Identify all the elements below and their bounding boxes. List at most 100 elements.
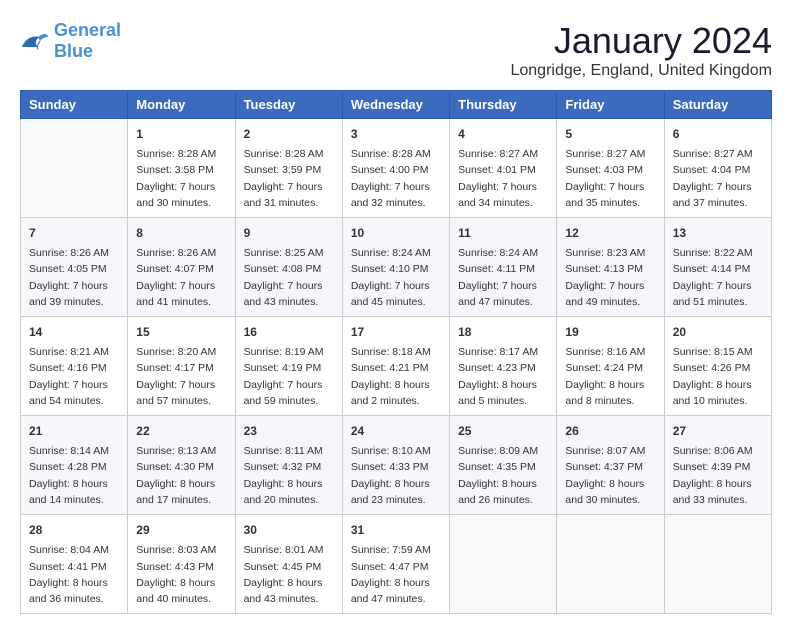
day-info: Sunrise: 8:11 AMSunset: 4:32 PMDaylight:… bbox=[244, 443, 334, 508]
day-info: Sunrise: 8:23 AMSunset: 4:13 PMDaylight:… bbox=[565, 245, 655, 310]
day-info: Sunrise: 8:28 AMSunset: 3:58 PMDaylight:… bbox=[136, 146, 226, 211]
day-number: 19 bbox=[565, 323, 655, 341]
calendar-cell: 12 Sunrise: 8:23 AMSunset: 4:13 PMDayligh… bbox=[557, 218, 664, 317]
day-info: Sunrise: 8:27 AMSunset: 4:03 PMDaylight:… bbox=[565, 146, 655, 211]
col-header-monday: Monday bbox=[128, 91, 235, 119]
calendar-cell bbox=[557, 515, 664, 614]
col-header-sunday: Sunday bbox=[21, 91, 128, 119]
calendar-cell: 8 Sunrise: 8:26 AMSunset: 4:07 PMDaylight… bbox=[128, 218, 235, 317]
day-number: 5 bbox=[565, 125, 655, 143]
calendar-cell: 14 Sunrise: 8:21 AMSunset: 4:16 PMDayligh… bbox=[21, 317, 128, 416]
logo-general: General bbox=[54, 20, 121, 40]
calendar-cell: 2Sunrise: 8:28 AMSunset: 3:59 PMDaylight… bbox=[235, 119, 342, 218]
day-number: 30 bbox=[244, 521, 334, 539]
day-number: 4 bbox=[458, 125, 548, 143]
calendar-cell: 27Sunrise: 8:06 AMSunset: 4:39 PMDayligh… bbox=[664, 416, 771, 515]
day-number: 9 bbox=[244, 224, 334, 242]
calendar-cell: 11 Sunrise: 8:24 AMSunset: 4:11 PMDayligh… bbox=[450, 218, 557, 317]
day-number: 28 bbox=[29, 521, 119, 539]
day-number: 31 bbox=[351, 521, 441, 539]
day-number: 21 bbox=[29, 422, 119, 440]
day-number: 8 bbox=[136, 224, 226, 242]
day-number: 25 bbox=[458, 422, 548, 440]
day-info: Sunrise: 8:24 AMSunset: 4:11 PMDaylight:… bbox=[458, 245, 548, 310]
day-info: Sunrise: 8:09 AMSunset: 4:35 PMDaylight:… bbox=[458, 443, 548, 508]
calendar-cell: 31 Sunrise: 7:59 AMSunset: 4:47 PMDayligh… bbox=[342, 515, 449, 614]
day-info: Sunrise: 8:27 AMSunset: 4:04 PMDaylight:… bbox=[673, 146, 763, 211]
col-header-wednesday: Wednesday bbox=[342, 91, 449, 119]
day-info: Sunrise: 8:10 AMSunset: 4:33 PMDaylight:… bbox=[351, 443, 441, 508]
calendar-cell: 13 Sunrise: 8:22 AMSunset: 4:14 PMDayligh… bbox=[664, 218, 771, 317]
col-header-tuesday: Tuesday bbox=[235, 91, 342, 119]
day-info: Sunrise: 8:17 AMSunset: 4:23 PMDaylight:… bbox=[458, 344, 548, 409]
day-info: Sunrise: 8:27 AMSunset: 4:01 PMDaylight:… bbox=[458, 146, 548, 211]
day-info: Sunrise: 8:20 AMSunset: 4:17 PMDaylight:… bbox=[136, 344, 226, 409]
calendar-cell: 4 Sunrise: 8:27 AMSunset: 4:01 PMDaylight… bbox=[450, 119, 557, 218]
calendar-cell: 1Sunrise: 8:28 AMSunset: 3:58 PMDaylight… bbox=[128, 119, 235, 218]
calendar-cell: 20Sunrise: 8:15 AMSunset: 4:26 PMDayligh… bbox=[664, 317, 771, 416]
day-info: Sunrise: 8:26 AMSunset: 4:05 PMDaylight:… bbox=[29, 245, 119, 310]
day-number: 13 bbox=[673, 224, 763, 242]
day-number: 6 bbox=[673, 125, 763, 143]
col-header-friday: Friday bbox=[557, 91, 664, 119]
day-info: Sunrise: 8:26 AMSunset: 4:07 PMDaylight:… bbox=[136, 245, 226, 310]
title-block: January 2024 Longridge, England, United … bbox=[510, 20, 772, 80]
day-number: 10 bbox=[351, 224, 441, 242]
calendar-cell bbox=[450, 515, 557, 614]
calendar-cell: 29 Sunrise: 8:03 AMSunset: 4:43 PMDayligh… bbox=[128, 515, 235, 614]
day-number: 24 bbox=[351, 422, 441, 440]
calendar-cell: 28 Sunrise: 8:04 AMSunset: 4:41 PMDayligh… bbox=[21, 515, 128, 614]
day-info: Sunrise: 8:19 AMSunset: 4:19 PMDaylight:… bbox=[244, 344, 334, 409]
day-info: Sunrise: 8:04 AMSunset: 4:41 PMDaylight:… bbox=[29, 542, 119, 607]
calendar-cell bbox=[664, 515, 771, 614]
logo: General Blue bbox=[20, 20, 121, 62]
day-number: 2 bbox=[244, 125, 334, 143]
day-number: 7 bbox=[29, 224, 119, 242]
day-number: 15 bbox=[136, 323, 226, 341]
calendar-cell: 10Sunrise: 8:24 AMSunset: 4:10 PMDayligh… bbox=[342, 218, 449, 317]
day-info: Sunrise: 8:21 AMSunset: 4:16 PMDaylight:… bbox=[29, 344, 119, 409]
day-info: Sunrise: 8:25 AMSunset: 4:08 PMDaylight:… bbox=[244, 245, 334, 310]
day-info: Sunrise: 8:16 AMSunset: 4:24 PMDaylight:… bbox=[565, 344, 655, 409]
calendar-cell: 26Sunrise: 8:07 AMSunset: 4:37 PMDayligh… bbox=[557, 416, 664, 515]
header-row: SundayMondayTuesdayWednesdayThursdayFrid… bbox=[21, 91, 772, 119]
calendar-cell: 24 Sunrise: 8:10 AMSunset: 4:33 PMDayligh… bbox=[342, 416, 449, 515]
calendar-cell: 15 Sunrise: 8:20 AMSunset: 4:17 PMDayligh… bbox=[128, 317, 235, 416]
month-title: January 2024 bbox=[510, 20, 772, 62]
location: Longridge, England, United Kingdom bbox=[510, 62, 772, 80]
day-number: 14 bbox=[29, 323, 119, 341]
day-info: Sunrise: 7:59 AMSunset: 4:47 PMDaylight:… bbox=[351, 542, 441, 607]
calendar-cell: 21 Sunrise: 8:14 AMSunset: 4:28 PMDayligh… bbox=[21, 416, 128, 515]
calendar-cell: 5 Sunrise: 8:27 AMSunset: 4:03 PMDaylight… bbox=[557, 119, 664, 218]
day-info: Sunrise: 8:28 AMSunset: 4:00 PMDaylight:… bbox=[351, 146, 441, 211]
calendar-cell: 25 Sunrise: 8:09 AMSunset: 4:35 PMDayligh… bbox=[450, 416, 557, 515]
logo-text: General Blue bbox=[54, 20, 121, 62]
day-number: 12 bbox=[565, 224, 655, 242]
day-number: 11 bbox=[458, 224, 548, 242]
page-header: General Blue January 2024 Longridge, Eng… bbox=[20, 20, 772, 80]
col-header-saturday: Saturday bbox=[664, 91, 771, 119]
calendar-cell: 17Sunrise: 8:18 AMSunset: 4:21 PMDayligh… bbox=[342, 317, 449, 416]
day-info: Sunrise: 8:15 AMSunset: 4:26 PMDaylight:… bbox=[673, 344, 763, 409]
week-row-5: 28 Sunrise: 8:04 AMSunset: 4:41 PMDayligh… bbox=[21, 515, 772, 614]
day-info: Sunrise: 8:18 AMSunset: 4:21 PMDaylight:… bbox=[351, 344, 441, 409]
day-info: Sunrise: 8:07 AMSunset: 4:37 PMDaylight:… bbox=[565, 443, 655, 508]
calendar-cell: 3Sunrise: 8:28 AMSunset: 4:00 PMDaylight… bbox=[342, 119, 449, 218]
week-row-4: 21 Sunrise: 8:14 AMSunset: 4:28 PMDayligh… bbox=[21, 416, 772, 515]
calendar-cell: 6 Sunrise: 8:27 AMSunset: 4:04 PMDaylight… bbox=[664, 119, 771, 218]
day-number: 22 bbox=[136, 422, 226, 440]
day-info: Sunrise: 8:14 AMSunset: 4:28 PMDaylight:… bbox=[29, 443, 119, 508]
week-row-3: 14 Sunrise: 8:21 AMSunset: 4:16 PMDayligh… bbox=[21, 317, 772, 416]
logo-icon bbox=[20, 29, 50, 53]
calendar-cell: 7 Sunrise: 8:26 AMSunset: 4:05 PMDaylight… bbox=[21, 218, 128, 317]
week-row-2: 7 Sunrise: 8:26 AMSunset: 4:05 PMDaylight… bbox=[21, 218, 772, 317]
day-number: 27 bbox=[673, 422, 763, 440]
day-info: Sunrise: 8:13 AMSunset: 4:30 PMDaylight:… bbox=[136, 443, 226, 508]
calendar-table: SundayMondayTuesdayWednesdayThursdayFrid… bbox=[20, 90, 772, 614]
day-number: 29 bbox=[136, 521, 226, 539]
calendar-cell: 9 Sunrise: 8:25 AMSunset: 4:08 PMDaylight… bbox=[235, 218, 342, 317]
day-info: Sunrise: 8:22 AMSunset: 4:14 PMDaylight:… bbox=[673, 245, 763, 310]
day-info: Sunrise: 8:03 AMSunset: 4:43 PMDaylight:… bbox=[136, 542, 226, 607]
day-number: 23 bbox=[244, 422, 334, 440]
calendar-cell: 16Sunrise: 8:19 AMSunset: 4:19 PMDayligh… bbox=[235, 317, 342, 416]
